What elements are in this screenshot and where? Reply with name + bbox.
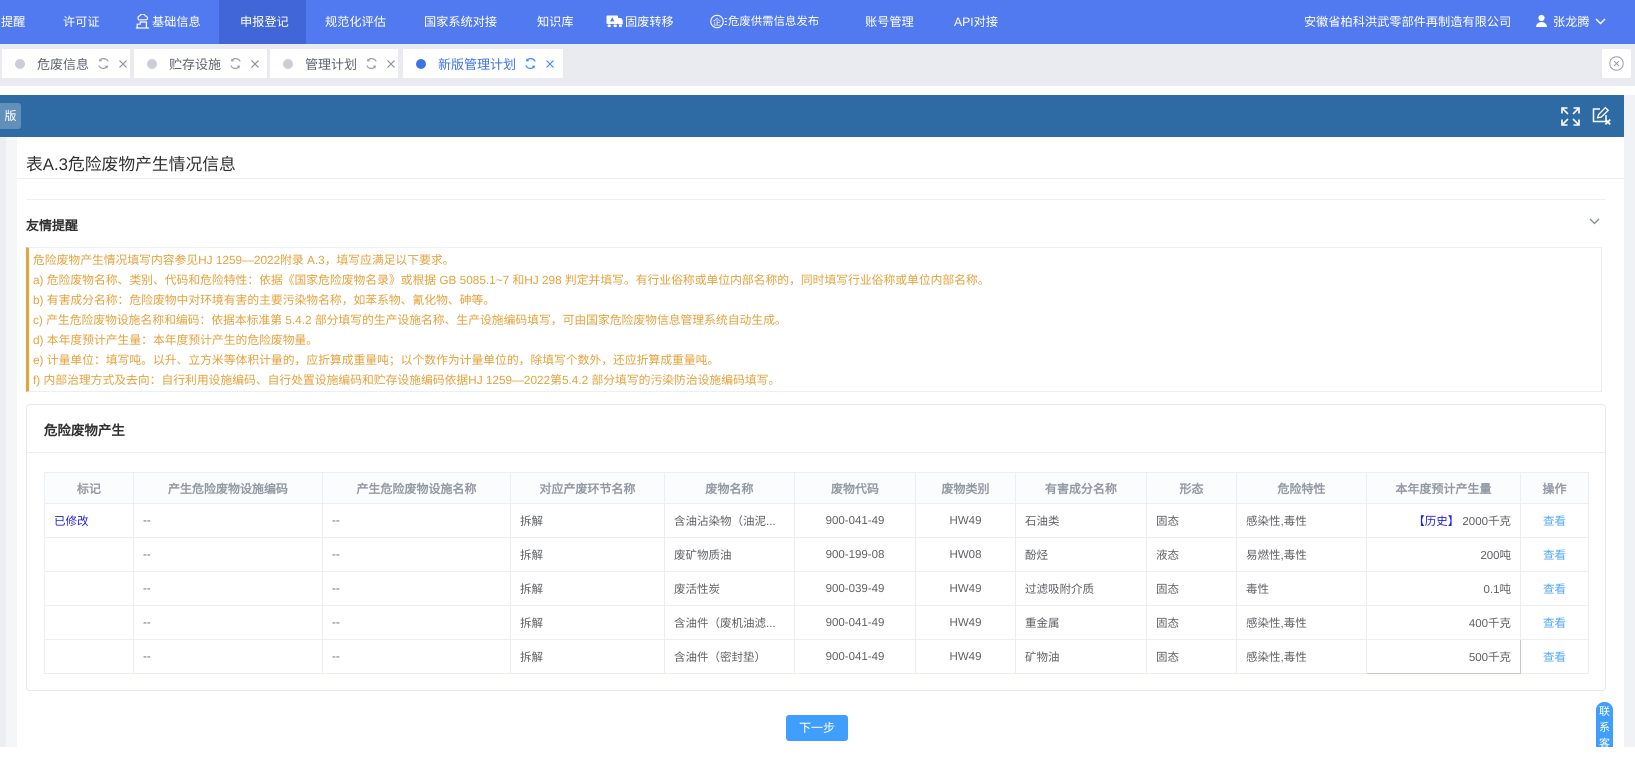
svg-text:企: 企 (713, 17, 722, 27)
